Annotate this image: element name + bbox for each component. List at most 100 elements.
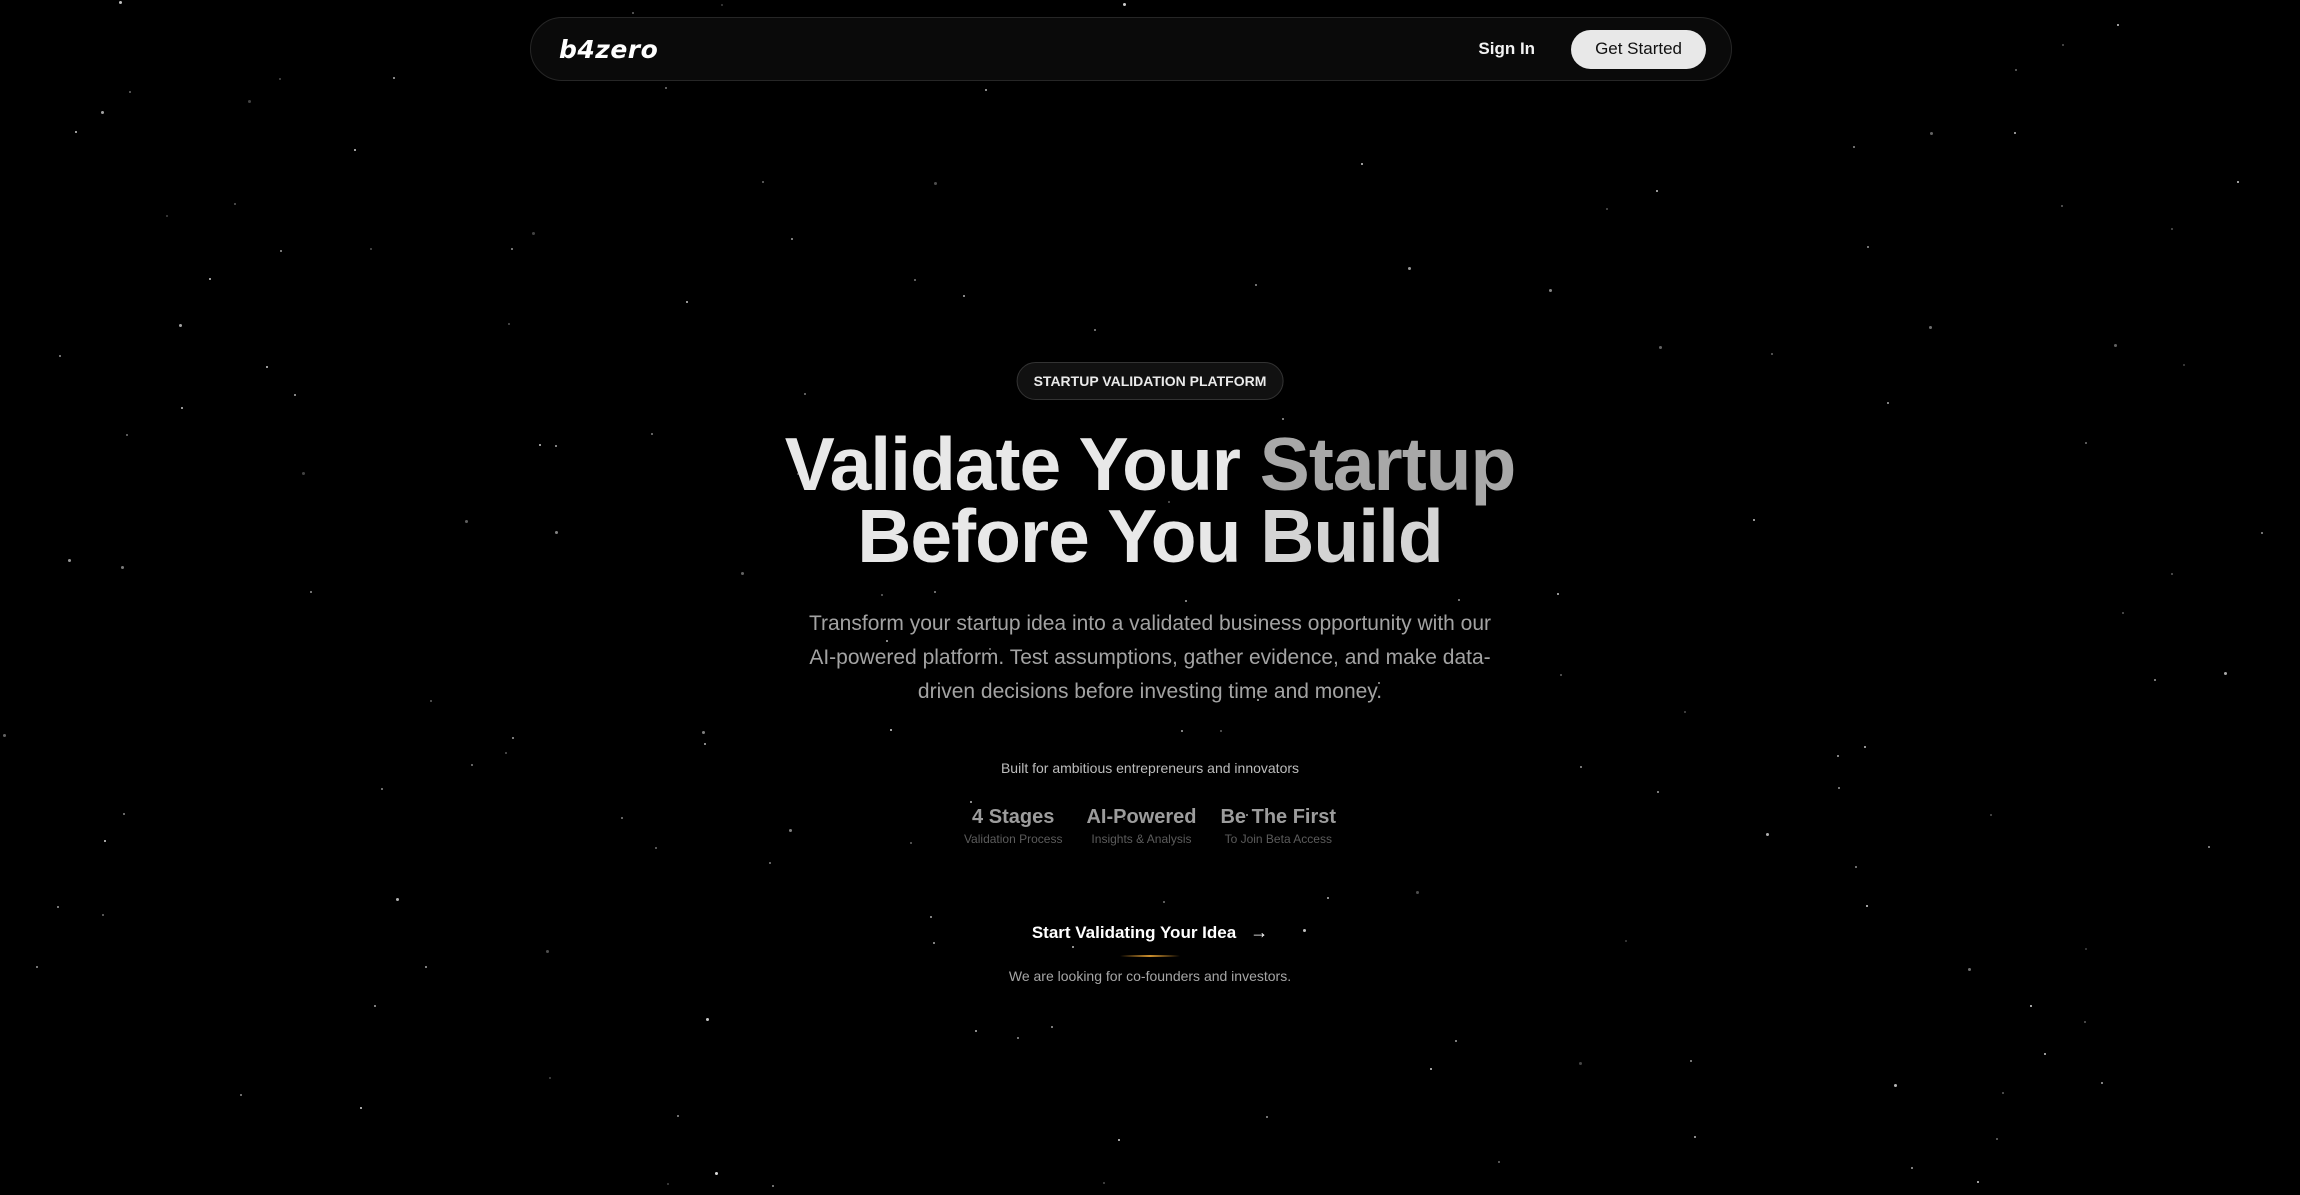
star-dot: [975, 1030, 977, 1032]
star-dot: [2117, 24, 2119, 26]
star-dot: [963, 295, 965, 297]
star-dot: [1103, 1182, 1105, 1184]
star-dot: [1560, 674, 1562, 676]
star-dot: [933, 942, 935, 944]
start-validating-button[interactable]: Start Validating Your Idea →: [1024, 918, 1276, 947]
built-for-text: Built for ambitious entrepreneurs and in…: [1000, 760, 1300, 776]
star-dot: [294, 394, 296, 396]
brand-logo[interactable]: b4zero: [559, 35, 658, 64]
star-dot: [123, 813, 125, 815]
star-dot: [890, 729, 892, 731]
star-dot: [769, 862, 771, 864]
star-dot: [1163, 901, 1165, 903]
stat-item: Be The First To Join Beta Access: [1220, 805, 1336, 847]
star-dot: [104, 840, 106, 842]
star-dot: [985, 89, 987, 91]
sign-in-link[interactable]: Sign In: [1478, 39, 1535, 59]
star-dot: [280, 250, 282, 252]
star-dot: [1416, 891, 1419, 894]
star-dot: [2114, 344, 2117, 347]
star-dot: [1990, 814, 1992, 816]
star-dot: [1625, 940, 1627, 942]
star-dot: [430, 700, 432, 702]
star-dot: [804, 393, 806, 395]
stat-item: 4 Stages Validation Process: [964, 805, 1063, 847]
star-dot: [2154, 679, 2156, 681]
star-dot: [1549, 289, 1552, 292]
stat-label: Validation Process: [963, 832, 1063, 846]
star-dot: [706, 1018, 709, 1021]
star-dot: [934, 182, 937, 185]
landing-page: b4zero Sign In Get Started STARTUP VALID…: [0, 0, 2300, 1195]
star-dot: [59, 355, 61, 357]
star-dot: [686, 301, 688, 303]
star-dot: [721, 4, 723, 6]
star-dot: [1911, 1167, 1913, 1169]
star-dot: [1977, 1181, 1979, 1183]
star-dot: [1657, 791, 1659, 793]
stat-value: Be The First: [1220, 806, 1337, 828]
star-dot: [1894, 1084, 1897, 1087]
star-dot: [1557, 593, 1559, 595]
headline-line-2-part-1: Before You: [857, 494, 1241, 578]
arrow-right-icon: →: [1250, 922, 1269, 942]
star-dot: [1123, 3, 1126, 6]
star-dot: [2237, 181, 2239, 183]
star-dot: [1118, 1139, 1120, 1141]
star-dot: [914, 279, 916, 281]
star-dot: [677, 1115, 679, 1117]
stat-value: 4 Stages: [972, 806, 1055, 828]
star-dot: [667, 1183, 669, 1185]
hero-subtitle: Transform your startup idea into a valid…: [808, 612, 1492, 703]
star-dot: [1408, 267, 1411, 270]
star-dot: [505, 752, 507, 754]
star-dot: [2084, 1021, 2086, 1023]
star-dot: [2183, 364, 2185, 366]
star-dot: [1430, 1068, 1432, 1070]
star-dot: [1853, 146, 1855, 148]
star-dot: [1455, 1040, 1457, 1042]
star-dot: [181, 407, 183, 409]
star-dot: [75, 131, 77, 133]
star-dot: [2062, 44, 2064, 46]
headline-line-2: Before You Build: [0, 499, 2300, 574]
stat-label: To Join Beta Access: [1224, 832, 1332, 846]
star-dot: [2015, 69, 2017, 71]
star-dot: [511, 248, 513, 250]
star-dot: [1282, 418, 1284, 420]
star-dot: [1017, 1037, 1019, 1039]
star-dot: [1864, 746, 1866, 748]
star-dot: [791, 238, 793, 240]
star-dot: [1930, 132, 1933, 135]
star-dot: [248, 100, 251, 103]
star-dot: [2030, 1005, 2032, 1007]
platform-badge: STARTUP VALIDATION PLATFORM: [1016, 362, 1284, 400]
star-dot: [632, 12, 634, 14]
star-dot: [57, 906, 59, 908]
get-started-button[interactable]: Get Started: [1571, 29, 1706, 69]
star-dot: [234, 203, 236, 205]
star-dot: [1694, 1136, 1696, 1138]
star-dot: [3, 734, 6, 737]
star-dot: [2014, 132, 2016, 134]
star-dot: [166, 215, 168, 217]
star-dot: [1867, 246, 1869, 248]
star-dot: [374, 1005, 376, 1007]
star-dot: [2208, 846, 2210, 848]
star-dot: [1051, 1026, 1053, 1028]
navbar: b4zero Sign In Get Started: [530, 17, 1732, 81]
starfield-background: [0, 0, 2300, 1195]
stat-item: AI-Powered Insights & Analysis: [1086, 805, 1196, 847]
star-dot: [930, 916, 932, 918]
star-dot: [910, 842, 912, 844]
star-dot: [1887, 402, 1889, 404]
star-dot: [1866, 905, 1868, 907]
star-dot: [102, 914, 104, 916]
star-dot: [396, 898, 399, 901]
star-dot: [881, 594, 883, 596]
star-dot: [381, 788, 383, 790]
looking-for-text: We are looking for co-founders and inves…: [1008, 968, 1292, 984]
star-dot: [393, 77, 395, 79]
star-dot: [1185, 600, 1187, 602]
star-dot: [1838, 787, 1840, 789]
